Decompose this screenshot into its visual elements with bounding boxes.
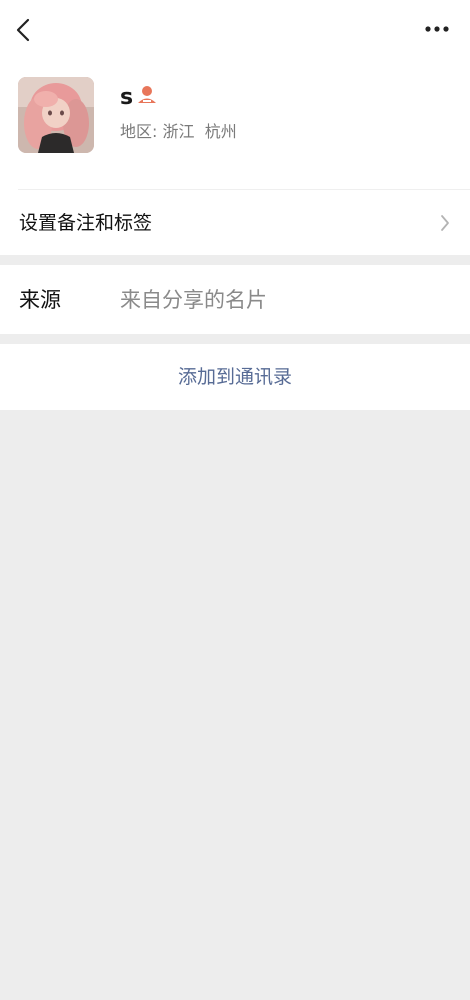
back-button[interactable] [10,14,38,46]
more-horizontal-icon [425,26,449,32]
more-options-button[interactable] [424,18,452,40]
add-to-contacts-label: 添加到通讯录 [177,366,292,388]
add-to-contacts-button[interactable]: 添加到通讯录 [0,344,470,410]
avatar-image [18,77,94,153]
chevron-left-icon [16,18,30,42]
region-info: 地区: 浙江 杭州 [120,121,237,143]
source-value: 来自分享的名片 [120,288,267,312]
source-row: 来源 来自分享的名片 [0,265,470,334]
avatar[interactable] [18,77,94,153]
source-label: 来源 [19,288,61,312]
contact-name: s [120,85,134,110]
set-remark-and-tags-label: 设置备注和标签 [19,212,153,234]
region-label: 地区: [120,122,158,141]
chevron-right-icon [441,215,449,231]
profile-header: s 地区: 浙江 杭州 设置备注和标签 [0,0,470,255]
person-icon [138,86,156,103]
navigation-bar [0,0,470,60]
set-remark-and-tags-row[interactable]: 设置备注和标签 [0,190,470,255]
region-city: 杭州 [204,122,237,141]
region-province: 浙江 [162,122,195,141]
